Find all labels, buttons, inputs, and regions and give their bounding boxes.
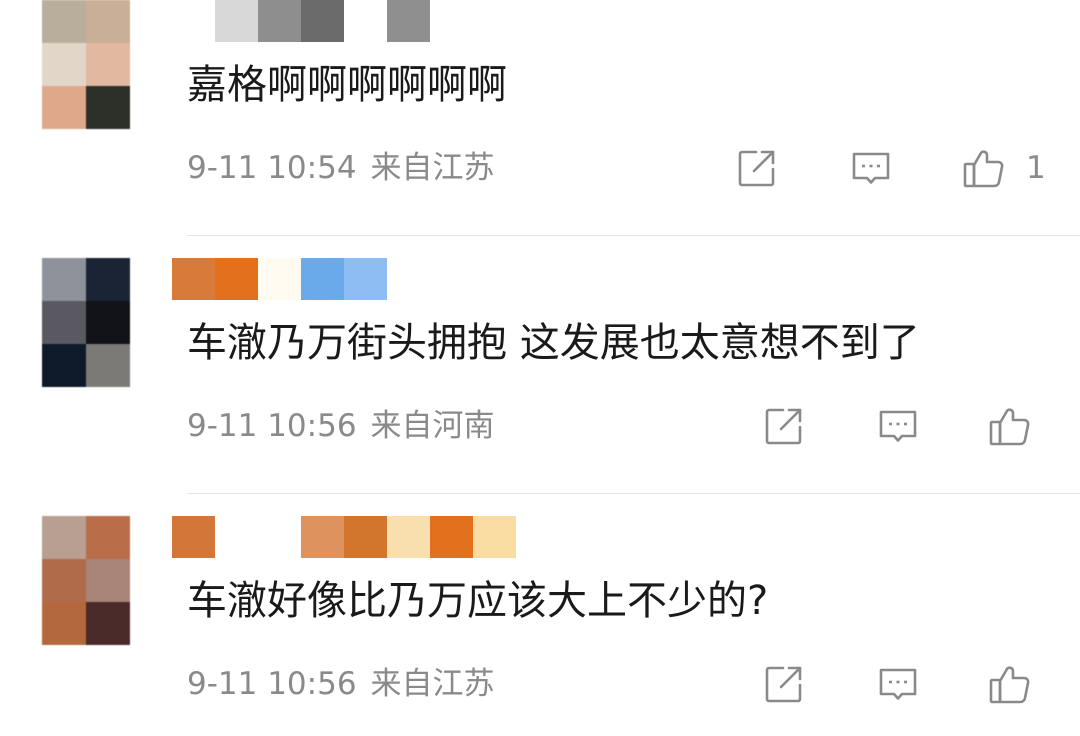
comment-text: 嘉格啊啊啊啊啊啊: [187, 62, 507, 108]
username-pixel: [344, 0, 387, 42]
avatar-pixel: [42, 344, 86, 387]
username-pixel: [344, 258, 387, 300]
avatar-pixel: [86, 43, 130, 86]
username-pixel: [258, 0, 301, 42]
comment-text: 车澈好像比乃万应该大上不少的?: [187, 578, 769, 624]
avatar-pixel: [42, 559, 86, 602]
comment-location: 来自江苏: [370, 666, 495, 702]
comment-feed: 嘉格啊啊啊啊啊啊 9-11 10:54 来自江苏 1 车澈乃万街头拥抱 这发展也…: [0, 0, 1080, 736]
like-count: 1: [1026, 150, 1046, 186]
comment-icon: [879, 668, 917, 700]
reply-button[interactable]: [876, 662, 920, 706]
comment-icon: [852, 152, 890, 184]
like-button[interactable]: [962, 146, 1006, 190]
reply-button[interactable]: [876, 404, 920, 448]
comment-item: 嘉格啊啊啊啊啊啊 9-11 10:54 来自江苏 1: [0, 0, 1080, 236]
avatar-pixel: [42, 516, 86, 559]
like-button[interactable]: [988, 404, 1032, 448]
username-pixel: [172, 0, 215, 42]
repost-button[interactable]: [762, 662, 806, 706]
username-mosaic[interactable]: [172, 258, 387, 300]
avatar-pixel: [86, 602, 130, 645]
username-pixel: [301, 0, 344, 42]
username-pixel: [301, 516, 344, 558]
username-pixel: [387, 516, 430, 558]
avatar-pixel: [86, 258, 130, 301]
username-pixel: [172, 516, 215, 558]
username-mosaic[interactable]: [172, 0, 430, 42]
username-pixel: [258, 516, 301, 558]
avatar[interactable]: [42, 0, 130, 129]
comment-meta: 9-11 10:56 来自河南: [187, 406, 495, 446]
comment-location: 来自河南: [370, 408, 495, 444]
share-icon: [765, 666, 802, 703]
comment-meta: 9-11 10:56 来自江苏: [187, 664, 495, 704]
repost-button[interactable]: [762, 404, 806, 448]
username-pixel: [430, 516, 473, 558]
avatar-pixel: [86, 344, 130, 387]
username-pixel: [172, 258, 215, 300]
comment-time: 9-11 10:56: [187, 408, 357, 444]
avatar-pixel: [86, 0, 130, 43]
username-pixel: [215, 258, 258, 300]
avatar-pixel: [42, 301, 86, 344]
avatar-pixel: [42, 43, 86, 86]
thumbs-up-icon: [989, 666, 1030, 704]
share-icon: [738, 150, 775, 187]
comment-meta: 9-11 10:54 来自江苏: [187, 148, 495, 188]
avatar[interactable]: [42, 516, 130, 645]
thumbs-up-icon: [989, 408, 1030, 446]
comment-time: 9-11 10:56: [187, 666, 357, 702]
share-icon: [765, 408, 802, 445]
username-pixel: [215, 516, 258, 558]
avatar-pixel: [42, 86, 86, 129]
username-mosaic[interactable]: [172, 516, 516, 558]
comment-item: 车澈乃万街头拥抱 这发展也太意想不到了 9-11 10:56 来自河南: [0, 236, 1080, 494]
repost-button[interactable]: [735, 146, 779, 190]
avatar-pixel: [86, 86, 130, 129]
avatar[interactable]: [42, 258, 130, 387]
thumbs-up-icon: [963, 150, 1004, 188]
comment-time: 9-11 10:54: [187, 150, 357, 186]
avatar-pixel: [86, 516, 130, 559]
avatar-pixel: [42, 602, 86, 645]
avatar-pixel: [42, 258, 86, 301]
comment-location: 来自江苏: [370, 150, 495, 186]
comment-item: 车澈好像比乃万应该大上不少的? 9-11 10:56 来自江苏: [0, 494, 1080, 736]
avatar-pixel: [86, 301, 130, 344]
reply-button[interactable]: [849, 146, 893, 190]
username-pixel: [344, 516, 387, 558]
username-pixel: [215, 0, 258, 42]
comment-text: 车澈乃万街头拥抱 这发展也太意想不到了: [187, 320, 920, 366]
avatar-pixel: [86, 559, 130, 602]
like-button[interactable]: [988, 662, 1032, 706]
avatar-pixel: [42, 0, 86, 43]
username-pixel: [473, 516, 516, 558]
username-pixel: [387, 0, 430, 42]
username-pixel: [258, 258, 301, 300]
comment-icon: [879, 410, 917, 442]
username-pixel: [301, 258, 344, 300]
